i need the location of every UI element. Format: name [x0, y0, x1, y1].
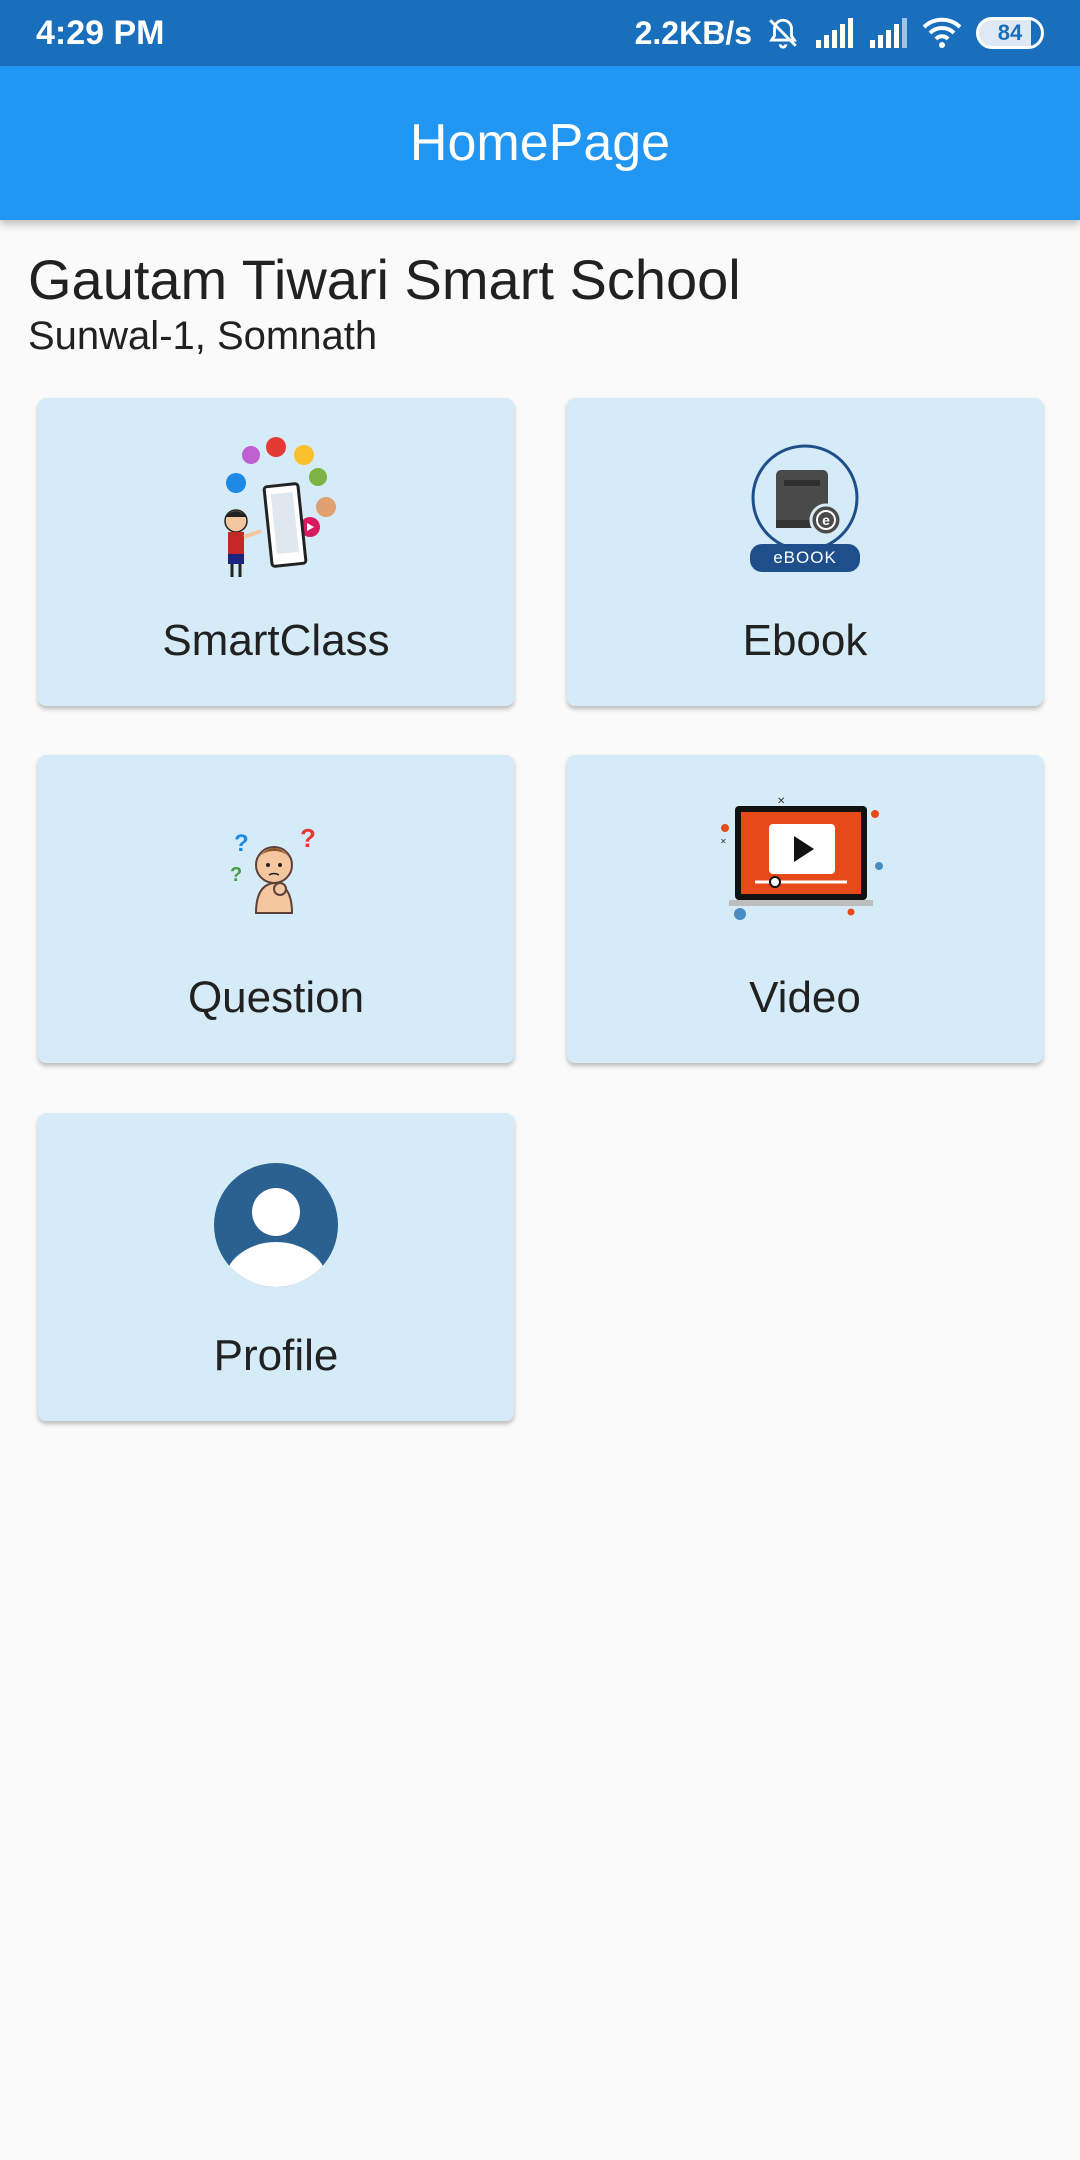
question-label: Question	[187, 973, 365, 1022]
status-bar: 4:29 PM 2.2KB/s 84	[0, 0, 1080, 66]
status-time: 4:29 PM	[36, 13, 165, 52]
battery-icon: 84	[976, 17, 1044, 49]
ebook-card[interactable]: e eBOOK Ebook	[567, 398, 1043, 706]
wifi-icon	[922, 17, 962, 49]
signal-icon	[814, 18, 854, 48]
page-title: HomePage	[409, 114, 671, 172]
svg-text:e: e	[822, 512, 830, 528]
ebook-badge: eBOOK	[773, 548, 837, 567]
school-address: Sunwal-1, Somnath	[28, 314, 378, 358]
profile-card[interactable]: Profile	[38, 1113, 514, 1421]
mute-bell-icon	[766, 16, 800, 50]
smartclass-card[interactable]: SmartClass	[38, 398, 514, 706]
video-label: Video	[749, 973, 861, 1022]
question-card[interactable]: ? ? ? Question	[38, 755, 514, 1063]
signal-icon	[868, 18, 908, 48]
svg-text:?: ?	[234, 830, 249, 857]
status-icons: 2.2KB/s 84	[635, 15, 1044, 52]
school-header: Gautam Tiwari Smart School Sunwal-1, Som…	[28, 248, 741, 360]
profile-label: Profile	[213, 1331, 339, 1380]
ebook-label: Ebook	[742, 616, 868, 665]
svg-text:✕: ✕	[720, 837, 727, 846]
smartclass-icon	[196, 430, 356, 590]
video-icon: ✕ ✕	[715, 787, 895, 947]
app-bar: HomePage	[0, 66, 1080, 220]
smartclass-label: SmartClass	[162, 616, 390, 665]
profile-icon	[196, 1145, 356, 1305]
svg-text:?: ?	[300, 823, 316, 853]
question-icon: ? ? ?	[196, 787, 356, 947]
svg-text:✕: ✕	[777, 796, 785, 807]
school-name: Gautam Tiwari Smart School	[28, 248, 741, 311]
svg-text:?: ?	[230, 864, 242, 886]
video-card[interactable]: ✕ ✕ Video	[567, 755, 1043, 1063]
net-speed: 2.2KB/s	[634, 14, 752, 51]
ebook-icon: e eBOOK	[725, 430, 885, 590]
